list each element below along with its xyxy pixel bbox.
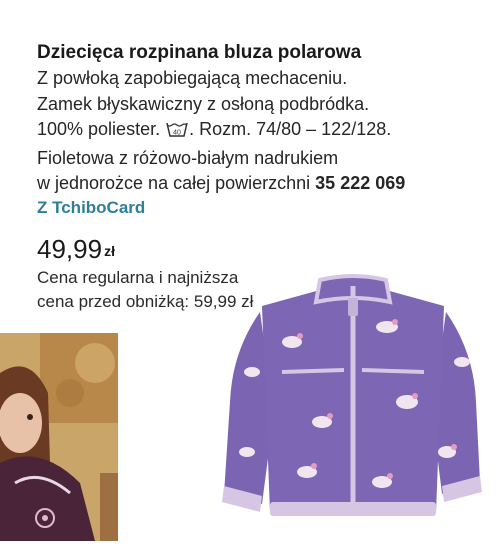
price: 49,99 zł	[37, 234, 487, 266]
sizes-text: . Rozm. 74/80 – 122/128.	[189, 119, 392, 139]
child-photo	[0, 333, 118, 541]
material-and-size-line: 100% poliester. 40 . Rozm. 74/80 – 122/1…	[37, 117, 487, 146]
product-title: Dziecięca rozpinana bluza polarowa	[37, 42, 362, 63]
description-line-1: Z powłoką zapobiegającą mechaceniu.	[37, 68, 348, 88]
color-line-1: Fioletowa z różowo-białym nadrukiem	[37, 147, 339, 168]
wash-40-icon: 40	[166, 120, 188, 146]
color-line-2-text: w jednorożce na całej powierzchni	[37, 173, 311, 193]
price-value: 49,99	[37, 233, 103, 264]
tchibocard-link[interactable]: Z TchiboCard	[37, 195, 487, 220]
jacket-image	[222, 272, 484, 541]
price-currency: zł	[104, 242, 115, 259]
svg-text:40: 40	[173, 130, 181, 137]
article-number: 35 222 069	[315, 173, 406, 193]
description-line-2: Zamek błyskawiczny z osłoną podbródka.	[37, 93, 370, 114]
color-line-2: w jednorożce na całej powierzchni 35 222…	[37, 171, 487, 197]
material-text: 100% poliester.	[37, 119, 161, 139]
